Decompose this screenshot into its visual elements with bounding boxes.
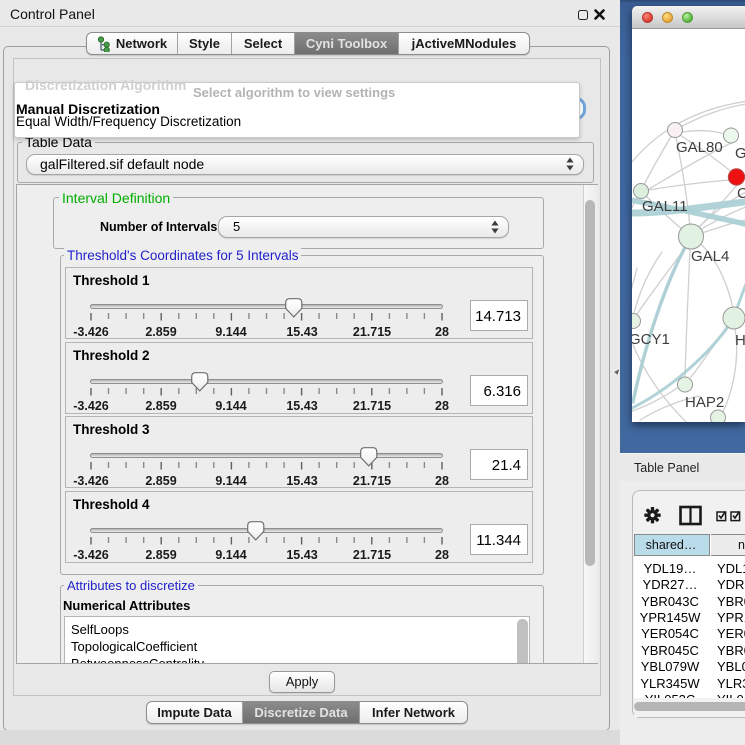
svg-text:GAL11: GAL11 <box>642 198 688 215</box>
svg-text:GCY1: GCY1 <box>632 331 670 348</box>
svg-text:C…: C… <box>737 185 745 202</box>
svg-text:HAP2: HAP2 <box>685 394 724 411</box>
svg-text:GAL80: GAL80 <box>676 139 723 156</box>
svg-text:GA: GA <box>735 145 745 162</box>
svg-text:H: H <box>735 332 745 349</box>
svg-text:GAL4: GAL4 <box>691 248 729 265</box>
